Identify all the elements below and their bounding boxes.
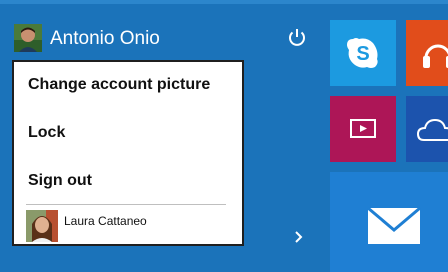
skype-icon: S (343, 33, 383, 73)
skype-tile[interactable]: S (330, 20, 396, 86)
other-user-name: Laura Cattaneo (64, 214, 147, 228)
change-account-picture-menu-item[interactable]: Change account picture (28, 76, 210, 94)
video-icon (349, 117, 377, 141)
account-menu: Change account picture Lock Sign out Lau… (12, 60, 244, 246)
power-icon[interactable] (284, 24, 310, 50)
onedrive-tile[interactable] (406, 96, 448, 162)
headphones-icon (420, 36, 448, 72)
svg-text:S: S (356, 43, 369, 65)
chevron-right-icon[interactable] (293, 230, 305, 244)
other-user-avatar (26, 210, 58, 242)
switch-user-item[interactable]: Laura Cattaneo (26, 210, 226, 244)
music-tile[interactable] (406, 20, 448, 86)
sign-out-menu-item[interactable]: Sign out (28, 172, 92, 190)
mail-icon (366, 206, 422, 246)
lock-menu-item[interactable]: Lock (28, 124, 65, 142)
user-avatar[interactable] (14, 24, 42, 52)
start-header: Antonio Onio (0, 4, 330, 60)
menu-divider (26, 204, 226, 205)
user-name[interactable]: Antonio Onio (50, 28, 160, 50)
onedrive-icon (416, 116, 448, 144)
video-tile[interactable] (330, 96, 396, 162)
mail-tile[interactable] (330, 172, 448, 272)
